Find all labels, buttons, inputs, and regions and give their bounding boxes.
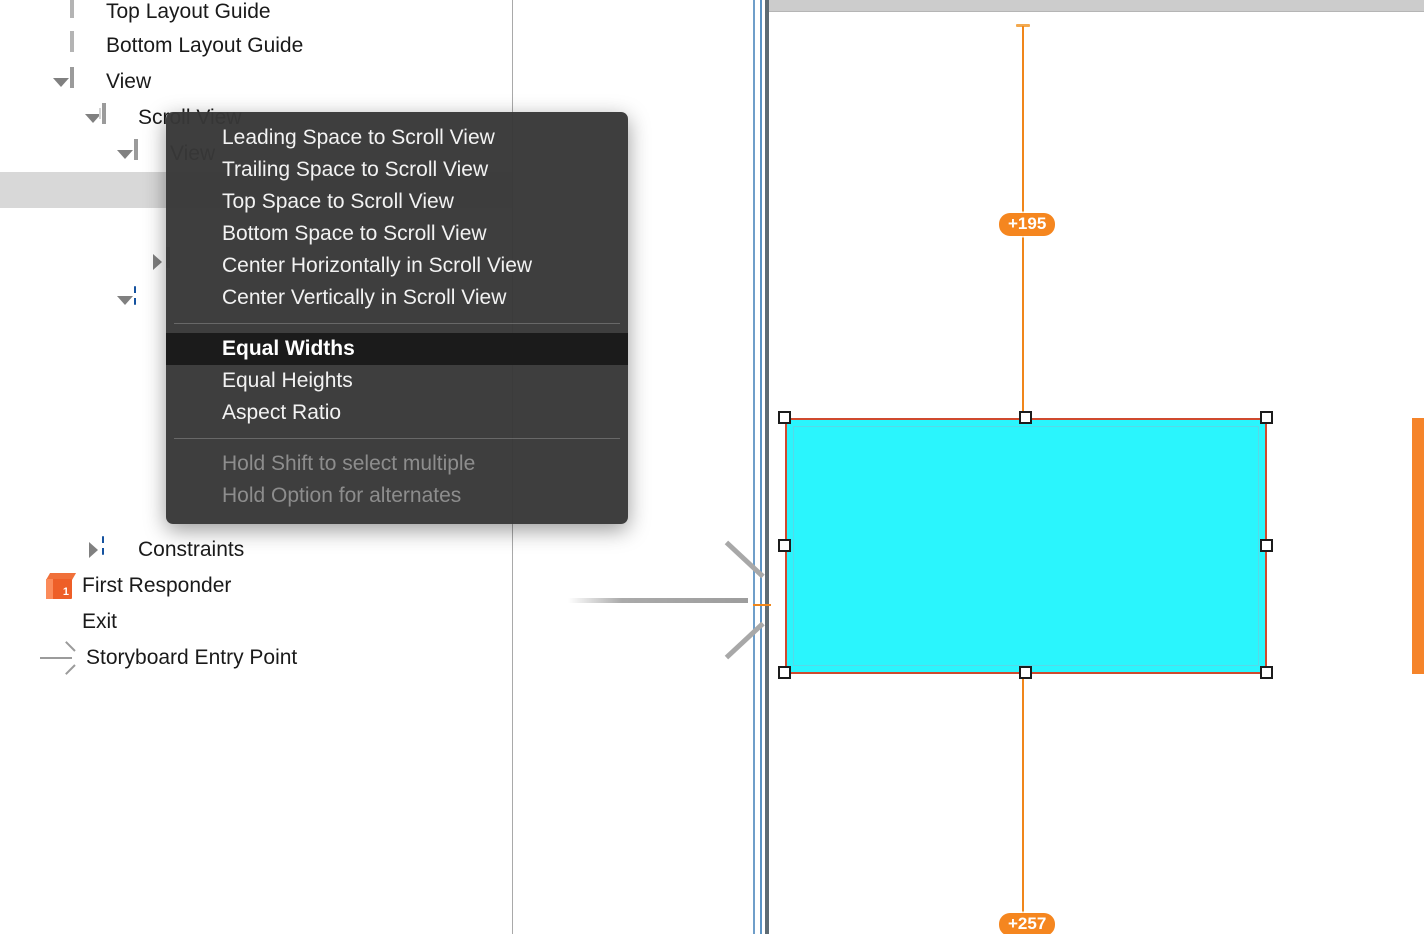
chevron-down-icon[interactable]: [116, 145, 134, 163]
menu-item-center-horizontally-in-scroll-view[interactable]: Center Horizontally in Scroll View: [166, 250, 628, 282]
xcode-interface-builder-window: Top Layout Guide Bottom Layout Guide Vie…: [0, 0, 1424, 934]
pin-constraints-context-menu[interactable]: Leading Space to Scroll View Trailing Sp…: [166, 112, 628, 524]
outline-row-label: Bottom Layout Guide: [106, 34, 304, 57]
resize-handle-bottom-left[interactable]: [778, 666, 791, 679]
menu-separator: [174, 323, 620, 324]
leading-constraint-tick: [753, 604, 771, 606]
constraints-icon: [134, 286, 160, 313]
menu-item-center-vertically-in-scroll-view[interactable]: Center Vertically in Scroll View: [166, 282, 628, 314]
scene-guide-inner: [760, 0, 762, 934]
menu-item-equal-heights[interactable]: Equal Heights: [166, 365, 628, 397]
outline-row-first-responder[interactable]: 1 First Responder: [0, 568, 513, 604]
storyboard-canvas[interactable]: +195 +257: [513, 0, 1424, 934]
disclosure-placeholder: [28, 577, 46, 595]
menu-item-bottom-space-to-scroll-view[interactable]: Bottom Space to Scroll View: [166, 218, 628, 250]
trailing-constraint-bar[interactable]: [1412, 418, 1424, 674]
outline-row-top-layout-guide[interactable]: Top Layout Guide: [0, 0, 513, 30]
selected-view[interactable]: [785, 418, 1267, 674]
exit-icon: [46, 609, 72, 635]
outline-row-label: Top Layout Guide: [106, 0, 271, 23]
chevron-down-icon[interactable]: [116, 291, 134, 309]
outline-row-label: Exit: [82, 610, 118, 633]
first-responder-icon: 1: [46, 573, 77, 599]
outline-row-label: First Responder: [82, 574, 232, 597]
bottom-constraint-line[interactable]: [1022, 674, 1024, 922]
resize-handle-middle-left[interactable]: [778, 539, 791, 552]
resize-handle-top-right[interactable]: [1260, 411, 1273, 424]
selected-view-inset-border: [793, 426, 1259, 666]
constraints-icon: [102, 536, 128, 563]
resize-handle-middle-right[interactable]: [1260, 539, 1273, 552]
scene-status-bar: [769, 0, 1424, 12]
resize-handle-top-center[interactable]: [1019, 411, 1032, 424]
outline-row-constraints[interactable]: Constraints: [0, 532, 513, 568]
scene-guide-outer: [753, 0, 755, 934]
scene-edge: [765, 0, 769, 934]
chevron-down-icon[interactable]: [52, 73, 70, 91]
menu-item-aspect-ratio[interactable]: Aspect Ratio: [166, 397, 628, 429]
scroll-view-icon: [102, 103, 128, 131]
disclosure-placeholder: [28, 613, 46, 631]
top-constraint-badge[interactable]: +195: [999, 213, 1056, 236]
outline-row-bottom-layout-guide[interactable]: Bottom Layout Guide: [0, 28, 513, 64]
outline-row-exit[interactable]: Exit: [0, 604, 513, 640]
menu-item-equal-widths[interactable]: Equal Widths: [166, 333, 628, 365]
outline-row-label: View: [106, 70, 152, 93]
chevron-right-icon[interactable]: [84, 541, 102, 559]
view-icon: [70, 67, 96, 95]
menu-item-leading-space-to-scroll-view[interactable]: Leading Space to Scroll View: [166, 122, 628, 154]
resize-handle-bottom-right[interactable]: [1260, 666, 1273, 679]
menu-hint-hold-shift: Hold Shift to select multiple: [222, 452, 476, 475]
bottom-constraint-badge[interactable]: +257: [999, 913, 1056, 934]
outline-row-storyboard-entry-point[interactable]: Storyboard Entry Point: [0, 640, 513, 676]
menu-item-trailing-space-to-scroll-view[interactable]: Trailing Space to Scroll View: [166, 154, 628, 186]
disclosure-placeholder: [52, 37, 70, 55]
view-icon: [134, 139, 160, 167]
layout-guide-top-icon: [70, 0, 96, 25]
outline-row-label: Constraints: [138, 538, 245, 561]
outline-row-label: Storyboard Entry Point: [86, 646, 298, 669]
chevron-right-icon[interactable]: [148, 253, 166, 271]
outline-row-view[interactable]: View: [0, 64, 513, 100]
disclosure-placeholder: [52, 3, 70, 21]
entry-point-arrow-icon: [40, 641, 80, 675]
layout-guide-bottom-icon: [70, 31, 96, 59]
menu-item-top-space-to-scroll-view[interactable]: Top Space to Scroll View: [166, 186, 628, 218]
storyboard-entry-arrow-icon: [568, 540, 765, 660]
menu-separator: [174, 438, 620, 439]
resize-handle-bottom-center[interactable]: [1019, 666, 1032, 679]
resize-handle-top-left[interactable]: [778, 411, 791, 424]
menu-hint-hold-option: Hold Option for alternates: [222, 484, 462, 507]
